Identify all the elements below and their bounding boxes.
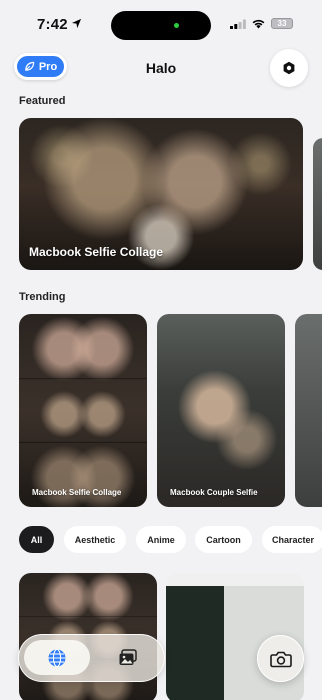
- featured-card-label: Macbook Selfie Collage: [29, 245, 164, 259]
- gallery-icon: [119, 648, 137, 665]
- trending-card-next-peek[interactable]: [295, 314, 322, 507]
- filter-chip-anime[interactable]: Anime: [136, 526, 186, 553]
- dynamic-island: [111, 11, 211, 40]
- camera-icon: [269, 651, 292, 667]
- filter-chip-character[interactable]: Character: [262, 526, 322, 553]
- wifi-icon: [252, 19, 265, 29]
- trending-section-title: Trending: [19, 291, 66, 303]
- hexagon-settings-icon: [283, 61, 295, 75]
- bottom-tab-bar: [18, 634, 165, 682]
- settings-button[interactable]: [270, 49, 308, 87]
- featured-card-next-peek[interactable]: [313, 138, 322, 270]
- globe-icon: [48, 648, 66, 667]
- cellular-signal-icon: [230, 19, 246, 29]
- trending-card-label: Macbook Couple Selfie: [170, 488, 258, 497]
- featured-card[interactable]: Macbook Selfie Collage: [19, 118, 303, 270]
- status-bar: 7:42 33: [0, 0, 322, 50]
- trending-card[interactable]: Macbook Couple Selfie: [157, 314, 285, 507]
- location-arrow-icon: [71, 18, 82, 29]
- trending-card[interactable]: Macbook Selfie Collage: [19, 314, 147, 507]
- filter-chip-aesthetic[interactable]: Aesthetic: [64, 526, 126, 553]
- status-time: 7:42: [37, 16, 68, 33]
- filter-chip-cartoon[interactable]: Cartoon: [195, 526, 252, 553]
- trending-card-label: Macbook Selfie Collage: [32, 488, 122, 497]
- tab-explore[interactable]: [24, 640, 90, 675]
- tab-gallery[interactable]: [95, 640, 161, 675]
- filter-chip-all[interactable]: All: [19, 526, 54, 553]
- featured-section-title: Featured: [19, 95, 66, 107]
- camera-indicator-dot: [174, 23, 179, 28]
- battery-indicator: 33: [271, 18, 293, 29]
- camera-button[interactable]: [257, 635, 304, 682]
